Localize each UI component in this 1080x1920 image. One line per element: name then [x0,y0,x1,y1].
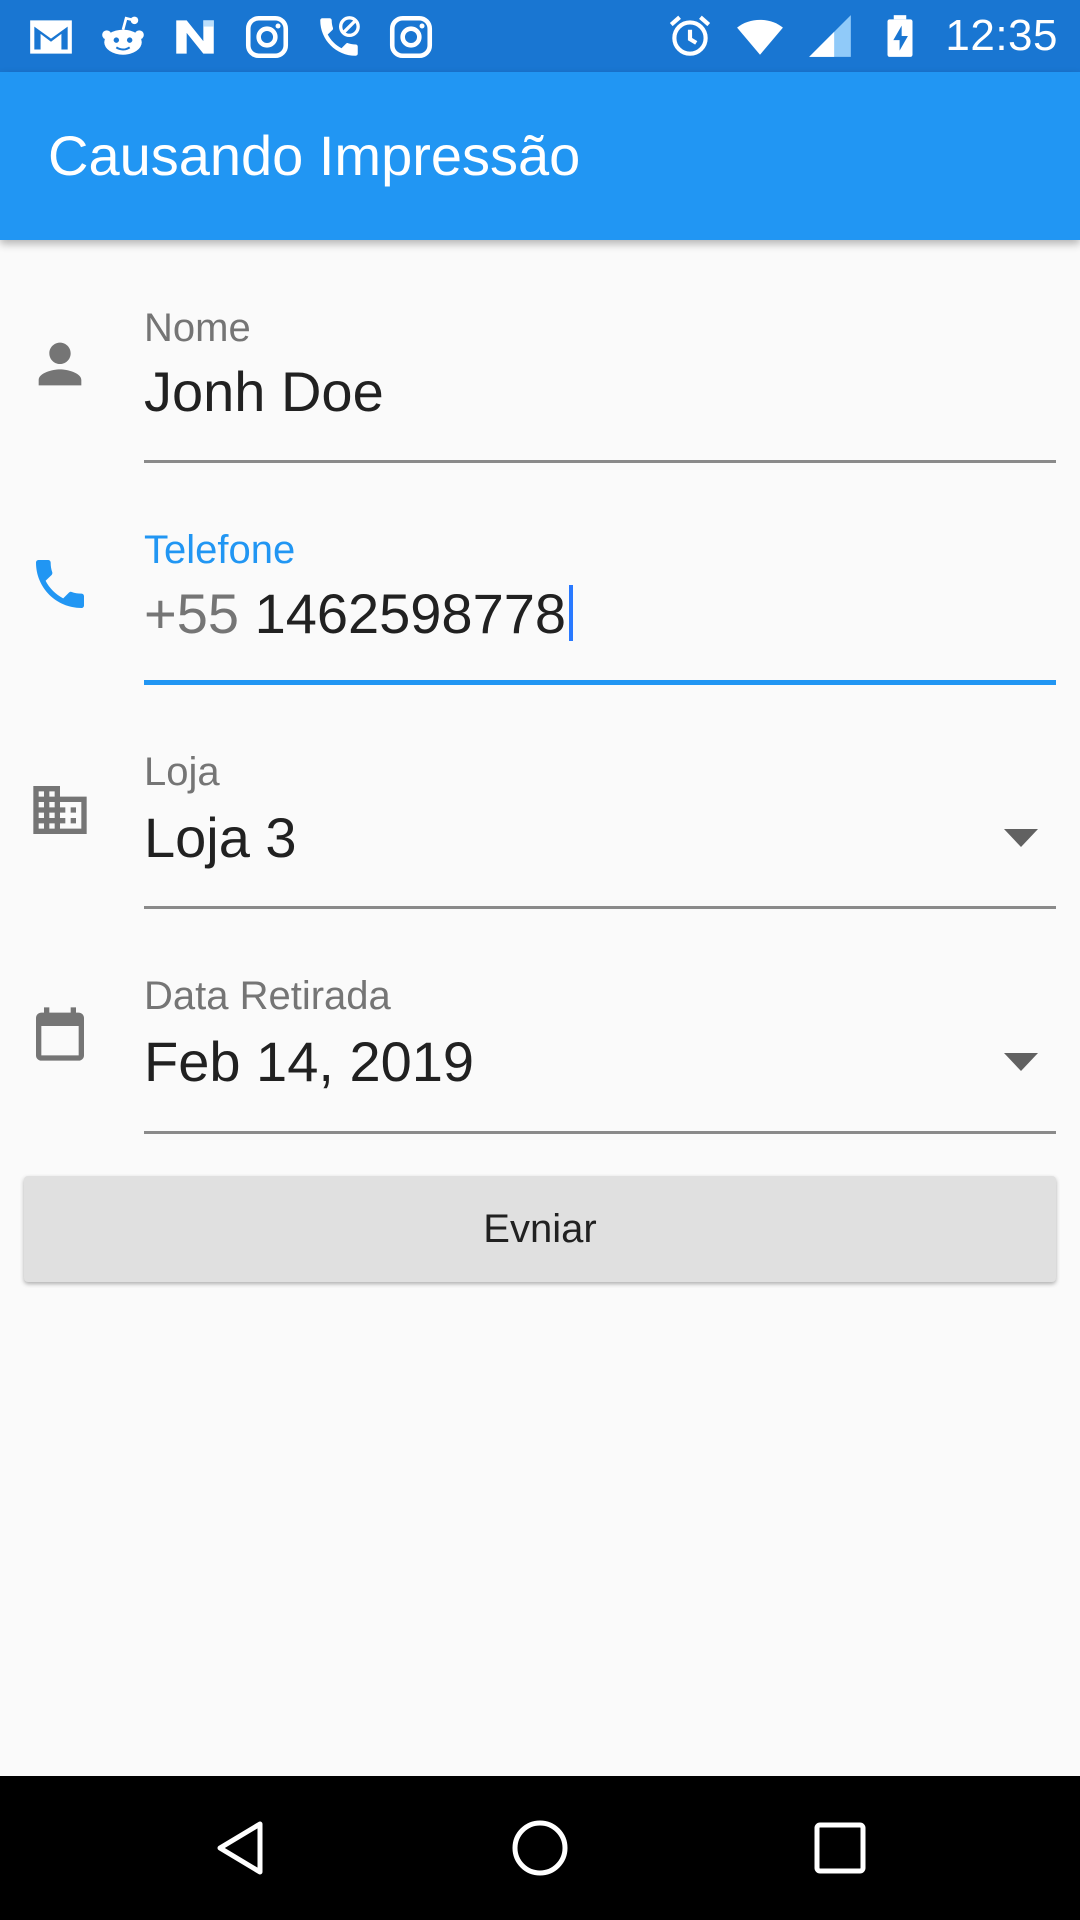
phone-icon [36,560,84,608]
missed-call-icon [320,16,360,56]
name-label: Nome [144,306,251,350]
phone-underline [144,680,1056,685]
back-icon[interactable] [210,1818,270,1878]
wifi-icon [737,19,784,55]
navigation-bar [0,1776,1080,1920]
text-cursor [569,585,574,641]
dropdown-arrow-icon [1004,829,1038,847]
person-icon [38,342,82,386]
store-underline [144,906,1056,909]
calendar-icon [36,1007,84,1061]
home-icon[interactable] [510,1818,570,1878]
system-icons: 12:35 [665,8,1058,64]
instagram-icon [389,15,433,59]
pickup-date-underline [144,1131,1056,1134]
phone-label: Telefone [144,528,296,572]
news-icon [176,20,214,54]
phone-prefix: +55 [144,582,239,645]
alarm-icon [670,15,711,56]
page-title: Causando Impressão [48,124,581,187]
phone-value: 1462598778 [254,582,567,645]
store-label: Loja [144,750,220,794]
phone-input[interactable]: +55 1462598778 [144,582,574,646]
battery-charging-icon [887,15,913,57]
signal-icon [809,15,852,57]
instagram-icon [245,15,289,59]
pickup-date-label: Data Retirada [144,974,391,1018]
dropdown-arrow-icon [1004,1053,1038,1071]
clock: 12:35 [945,11,1058,60]
reddit-icon [102,16,144,55]
name-input[interactable]: Jonh Doe [144,360,384,424]
name-underline [144,460,1056,463]
notification-icons [26,12,436,62]
status-bar: 12:35 [0,0,1080,72]
gmail-icon [30,20,72,54]
pickup-date-value: Feb 14, 2019 [144,1030,475,1093]
recents-icon[interactable] [810,1818,870,1878]
store-value: Loja 3 [144,806,297,869]
submit-button[interactable]: Evniar [24,1176,1056,1282]
app-bar: Causando Impressão [0,72,1080,240]
business-icon [33,786,87,834]
